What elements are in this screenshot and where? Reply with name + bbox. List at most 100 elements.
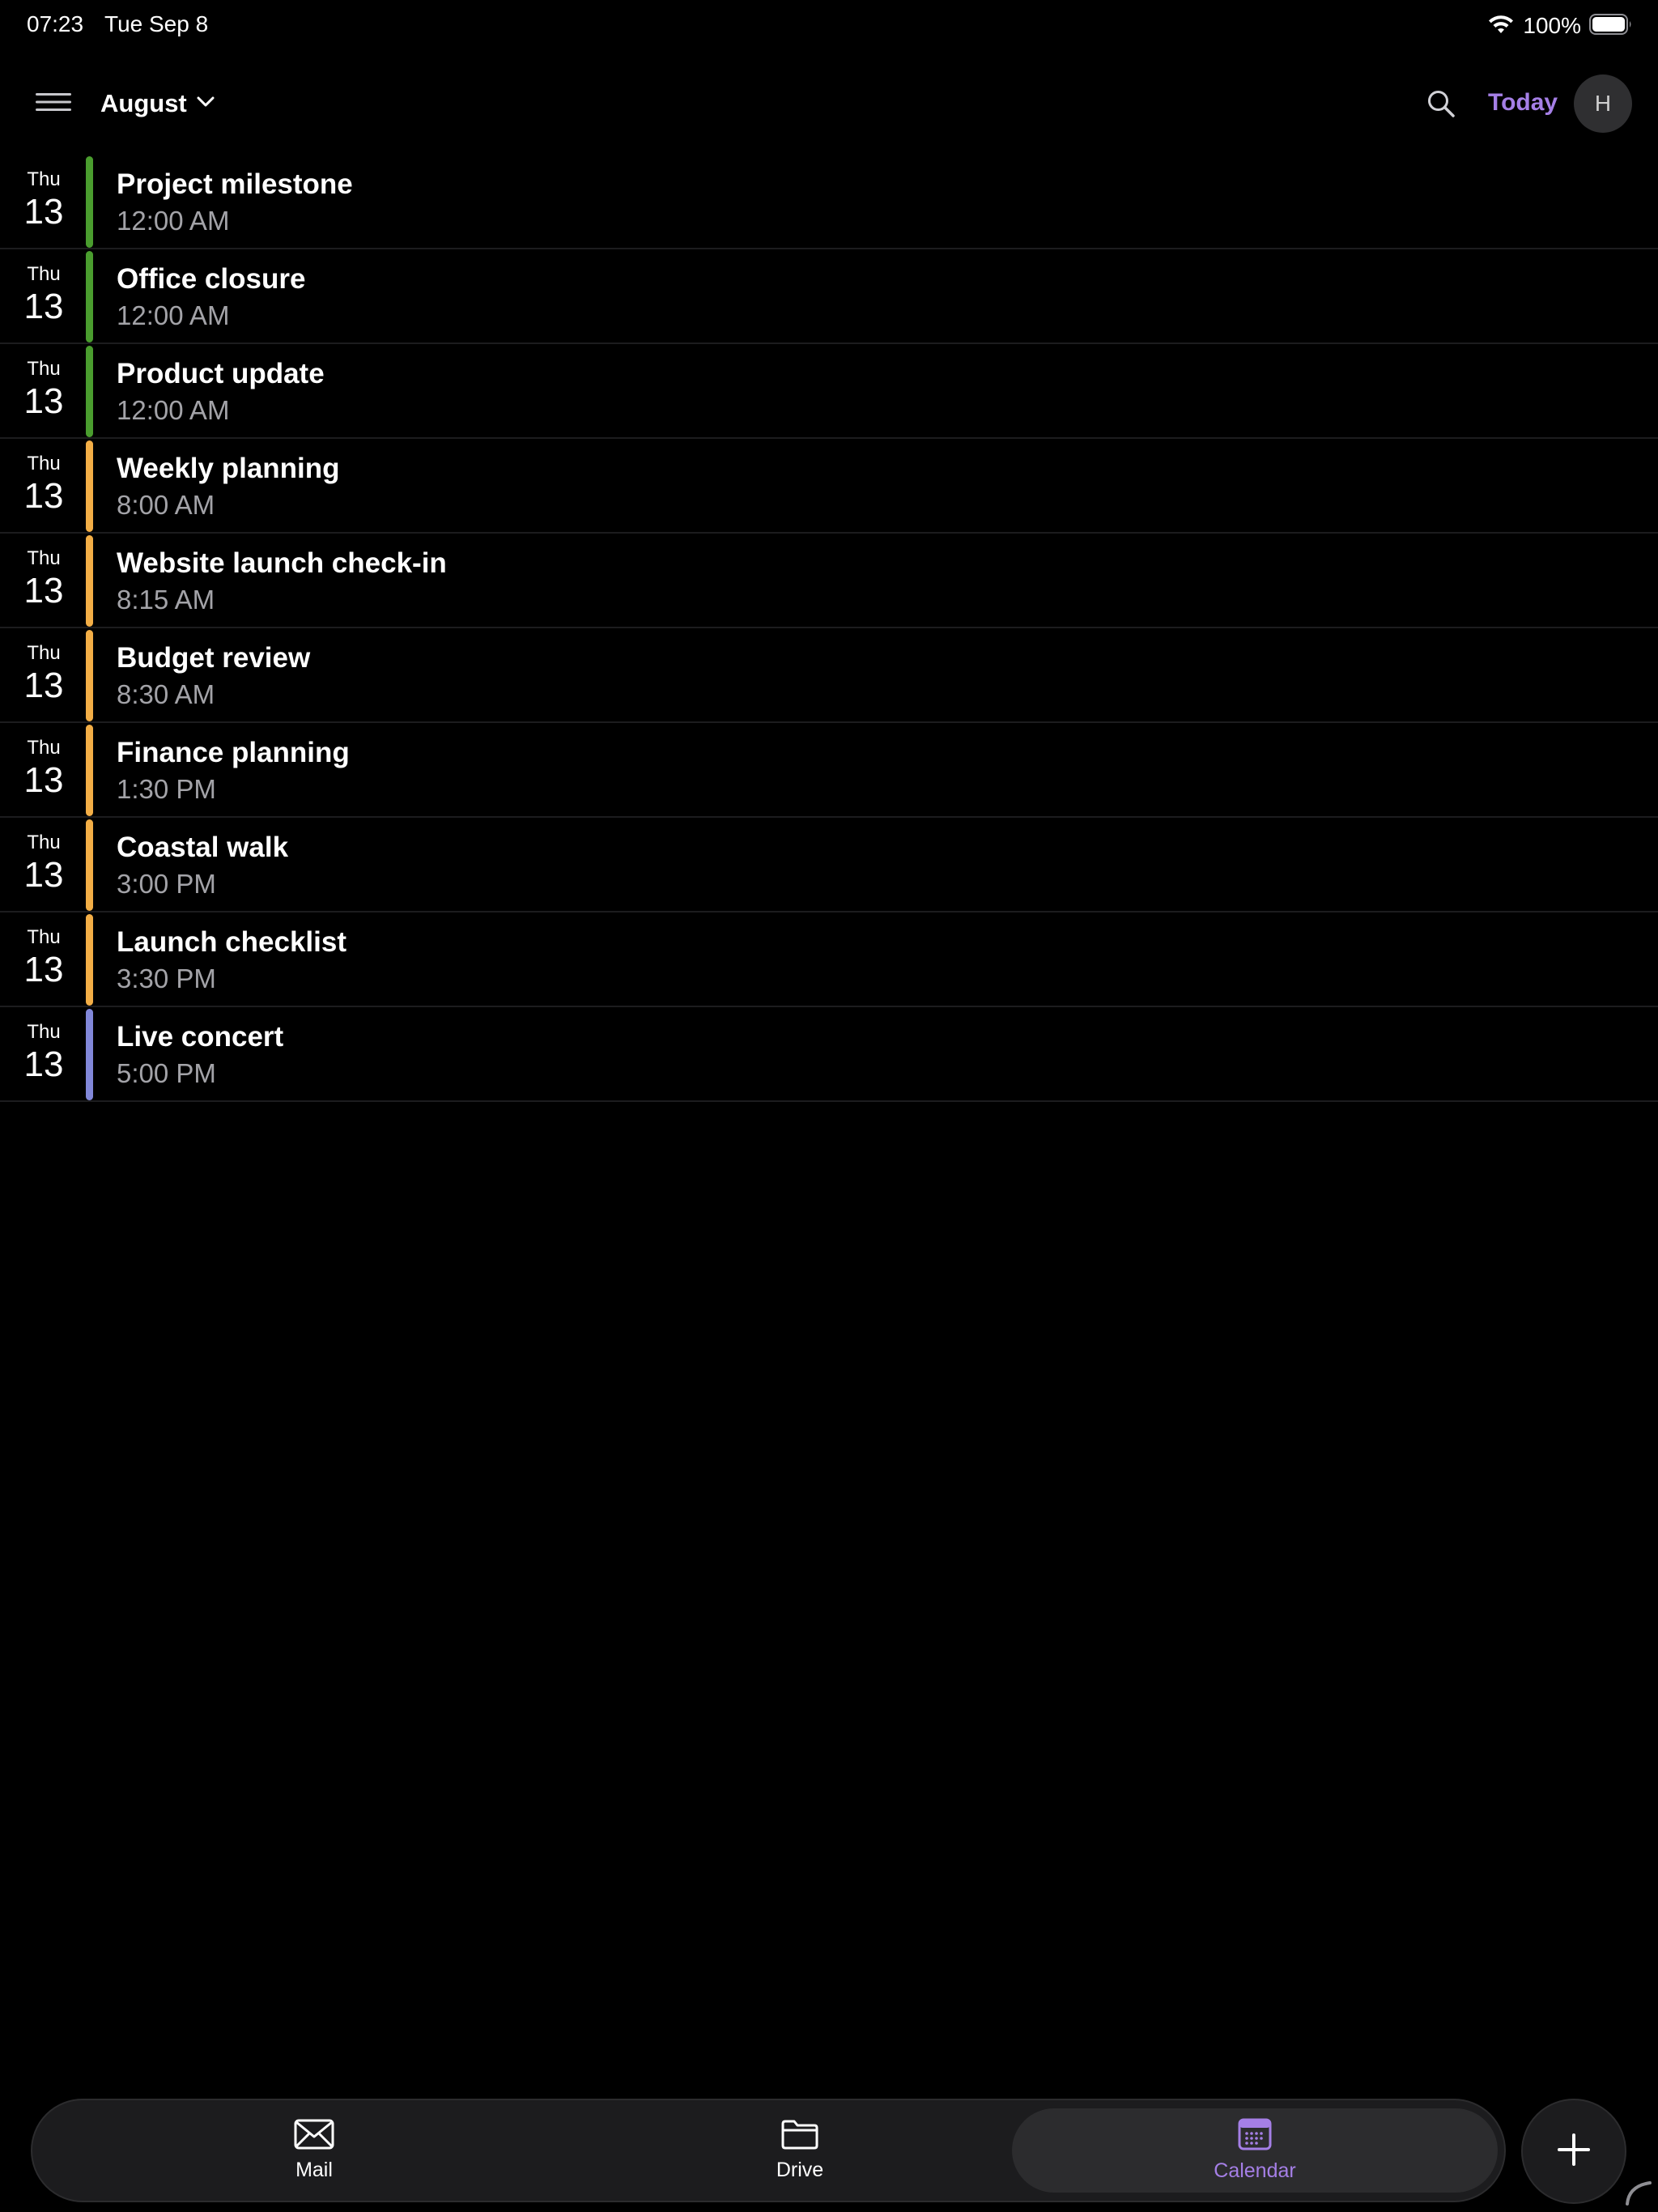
new-event-button[interactable] (1521, 2099, 1626, 2204)
event-row[interactable]: Thu 13 Live concert 5:00 PM (0, 1007, 1658, 1102)
event-title: Finance planning (117, 737, 350, 768)
tab-mail-label: Mail (295, 2159, 333, 2181)
event-title: Launch checklist (117, 926, 346, 958)
event-row[interactable]: Thu 13 Office closure 12:00 AM (0, 249, 1658, 344)
status-date: Tue Sep 8 (104, 11, 209, 36)
search-icon (1426, 89, 1456, 122)
event-row[interactable]: Thu 13 Weekly planning 8:00 AM (0, 439, 1658, 534)
event-row[interactable]: Thu 13 Product update 12:00 AM (0, 344, 1658, 439)
event-row[interactable]: Thu 13 Project milestone 12:00 AM (0, 155, 1658, 249)
tab-drive-label: Drive (776, 2159, 824, 2181)
event-day-name: Thu (27, 642, 61, 664)
calendar-icon (1238, 2118, 1272, 2155)
battery-percentage: 100% (1523, 13, 1581, 38)
event-row[interactable]: Thu 13 Finance planning 1:30 PM (0, 723, 1658, 818)
today-button[interactable]: Today (1488, 89, 1558, 117)
event-time: 3:30 PM (117, 963, 216, 993)
event-title: Coastal walk (117, 832, 289, 863)
event-day-number: 13 (23, 287, 64, 326)
event-date: Thu 13 (0, 925, 87, 990)
event-day-number: 13 (23, 855, 64, 895)
event-row[interactable]: Thu 13 Budget review 8:30 AM (0, 628, 1658, 723)
resize-handle-icon[interactable] (1624, 2178, 1653, 2207)
event-color-bar (86, 535, 93, 627)
tab-mail[interactable]: Mail (71, 2108, 557, 2193)
event-color-bar (86, 156, 93, 248)
event-title: Budget review (117, 642, 311, 674)
tab-drive[interactable]: Drive (557, 2108, 1043, 2193)
event-time: 5:00 PM (117, 1058, 216, 1088)
event-details: Coastal walk 3:00 PM (117, 829, 288, 902)
tab-calendar-label: Calendar (1214, 2159, 1296, 2182)
event-time: 12:00 AM (117, 395, 230, 425)
event-color-bar (86, 1009, 93, 1100)
event-date: Thu 13 (0, 831, 87, 895)
event-day-name: Thu (27, 1021, 61, 1043)
event-day-name: Thu (27, 737, 61, 759)
event-time: 12:00 AM (117, 206, 230, 236)
tab-bar: Mail Drive Calendar (31, 2099, 1506, 2202)
event-color-bar (86, 725, 93, 816)
status-time: 07:23 (27, 11, 84, 36)
month-picker[interactable]: August (100, 86, 215, 121)
event-date: Thu 13 (0, 452, 87, 517)
event-day-name: Thu (27, 832, 61, 853)
event-day-name: Thu (27, 453, 61, 474)
avatar-initial: H (1594, 91, 1612, 116)
event-title: Website launch check-in (117, 547, 447, 579)
envelope-icon (294, 2119, 334, 2154)
event-date: Thu 13 (0, 357, 87, 422)
event-details: Website launch check-in 8:15 AM (117, 545, 447, 618)
event-title: Live concert (117, 1021, 284, 1053)
event-day-number: 13 (23, 1044, 64, 1084)
status-bar: 07:23 Tue Sep 8 100% (0, 0, 1658, 52)
event-details: Live concert 5:00 PM (117, 1019, 283, 1091)
event-day-number: 13 (23, 950, 64, 989)
plus-icon (1557, 2133, 1591, 2171)
event-day-name: Thu (27, 926, 61, 948)
app-header: August Today H (0, 73, 1658, 134)
event-row[interactable]: Thu 13 Launch checklist 3:30 PM (0, 912, 1658, 1007)
event-day-name: Thu (27, 263, 61, 285)
tab-calendar[interactable]: Calendar (1012, 2108, 1498, 2193)
event-time: 3:00 PM (117, 869, 216, 899)
event-color-bar (86, 819, 93, 911)
battery-icon (1589, 13, 1633, 39)
event-row[interactable]: Thu 13 Website launch check-in 8:15 AM (0, 534, 1658, 628)
event-title: Product update (117, 358, 325, 389)
event-details: Product update 12:00 AM (117, 355, 325, 428)
event-date: Thu 13 (0, 1020, 87, 1085)
event-details: Project milestone 12:00 AM (117, 166, 353, 239)
wifi-icon (1487, 14, 1515, 39)
event-day-number: 13 (23, 476, 64, 516)
event-date: Thu 13 (0, 736, 87, 801)
event-color-bar (86, 630, 93, 721)
event-details: Finance planning 1:30 PM (117, 734, 350, 807)
search-button[interactable] (1422, 86, 1460, 125)
event-details: Launch checklist 3:30 PM (117, 924, 346, 997)
hamburger-icon (36, 91, 71, 117)
event-date: Thu 13 (0, 168, 87, 232)
event-date: Thu 13 (0, 641, 87, 706)
month-label: August (100, 89, 187, 117)
event-time: 8:15 AM (117, 585, 215, 615)
event-title: Office closure (117, 263, 306, 295)
event-color-bar (86, 440, 93, 532)
event-day-number: 13 (23, 666, 64, 705)
event-day-number: 13 (23, 381, 64, 421)
event-time: 12:00 AM (117, 300, 230, 330)
folder-icon (780, 2119, 819, 2154)
chevron-down-icon (197, 96, 215, 112)
event-date: Thu 13 (0, 547, 87, 611)
event-time: 8:30 AM (117, 679, 215, 709)
event-row[interactable]: Thu 13 Coastal walk 3:00 PM (0, 818, 1658, 912)
menu-button[interactable] (32, 86, 74, 121)
event-day-name: Thu (27, 358, 61, 380)
event-details: Office closure 12:00 AM (117, 261, 305, 334)
event-color-bar (86, 346, 93, 437)
avatar[interactable]: H (1574, 74, 1632, 133)
event-day-number: 13 (23, 571, 64, 610)
event-color-bar (86, 251, 93, 342)
event-day-name: Thu (27, 547, 61, 569)
event-date: Thu 13 (0, 262, 87, 327)
